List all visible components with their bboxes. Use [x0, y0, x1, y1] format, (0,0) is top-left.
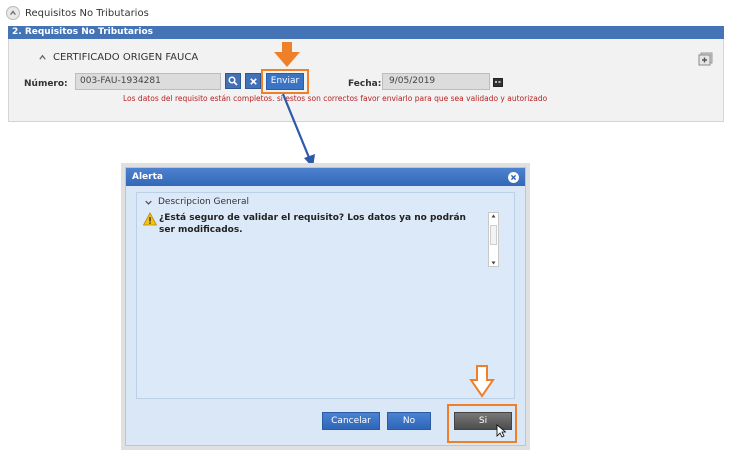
collapse-toggle-button[interactable]: [6, 6, 20, 20]
cancelar-button[interactable]: Cancelar: [322, 412, 380, 430]
page-title: Requisitos No Tributarios: [25, 7, 149, 19]
description-panel: Descripcion General ¿Está seguro de vali…: [136, 192, 515, 399]
numero-field[interactable]: 003-FAU-1934281: [75, 73, 221, 90]
scrollbar-thumb[interactable]: [490, 225, 497, 245]
search-icon: [228, 76, 238, 86]
dialog-titlebar: Alerta: [126, 168, 525, 186]
calendar-icon[interactable]: [493, 78, 503, 87]
section-title: 2. Requisitos No Tributarios: [8, 26, 724, 39]
fecha-label: Fecha:: [348, 79, 382, 89]
description-header-label: Descripcion General: [158, 197, 250, 207]
mouse-cursor-icon: [496, 424, 506, 438]
scroll-down-icon: [491, 261, 496, 265]
dialog-title: Alerta: [132, 172, 163, 182]
add-icon[interactable]: [698, 52, 714, 66]
chevron-up-icon: [39, 54, 46, 60]
clear-button[interactable]: [245, 73, 261, 89]
blue-pointer-arrow-icon: [281, 93, 315, 168]
no-button[interactable]: No: [387, 412, 431, 430]
si-highlight-box: [447, 404, 517, 443]
scroll-up-icon: [491, 214, 496, 218]
close-icon: [510, 174, 517, 181]
orange-arrow-icon: [274, 42, 300, 67]
search-button[interactable]: [225, 73, 241, 89]
description-scrollbar[interactable]: [488, 212, 499, 267]
certificate-title: CERTIFICADO ORIGEN FAUCA: [53, 52, 199, 63]
confirmation-message: ¿Está seguro de validar el requisito? Lo…: [159, 213, 466, 235]
numero-label: Número:: [24, 79, 68, 89]
chevron-down-icon: [145, 200, 152, 205]
close-icon: [249, 77, 257, 85]
page-header: Requisitos No Tributarios: [6, 4, 149, 22]
section-divider: [8, 121, 724, 122]
orange-outline-arrow-icon: [469, 365, 495, 398]
description-header[interactable]: Descripcion General: [145, 197, 249, 207]
enviar-highlight-box: [261, 69, 309, 94]
chevron-up-icon: [10, 10, 16, 15]
certificate-header[interactable]: CERTIFICADO ORIGEN FAUCA: [38, 52, 198, 63]
dialog-close-button[interactable]: [508, 172, 519, 183]
status-message: Los datos del requisito están completos.…: [123, 94, 548, 103]
alert-dialog: Alerta Descripcion General ¿Está seguro …: [125, 167, 526, 446]
warning-icon: [143, 212, 157, 226]
fecha-field[interactable]: 9/05/2019: [382, 73, 490, 90]
